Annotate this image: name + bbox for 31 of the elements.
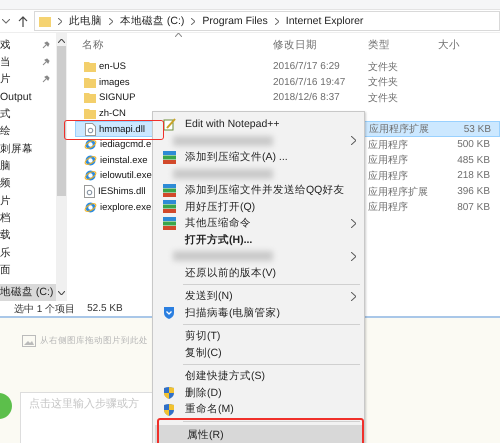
image-drop-hint: 从右侧图库拖动图片到此处 [40,335,148,347]
date-cell-text: 2016/7/16 19:47 [273,76,346,88]
type-cell-text: 应用程序扩展 [368,186,429,199]
type-cell-text: 应用程序 [368,138,409,152]
selection-size: 52.5 KB [87,303,123,314]
size-cell-text: 500 KB [456,139,491,150]
type-cell-text: 应用程序 [368,154,409,168]
date-cell-text: 2018/12/6 8:37 [273,92,341,104]
size-cell-text: 53 KB [462,124,492,135]
selection-count: 选中 1 个项目 [14,302,76,316]
type-cell-text: 文件夹 [368,76,399,90]
size-cell-text: 218 KB [456,170,491,182]
type-cell-text: 应用程序 [368,200,409,214]
date-cell-text: 2016/7/17 6:29 [273,61,341,72]
file-name: ieinstal.exe [100,154,148,166]
file-name: IEShims.dll [98,186,146,198]
file-name: hmmapi.dll [99,124,145,135]
type-cell-text: 应用程序扩展 [369,122,430,136]
size-cell-text: 807 KB [456,202,491,213]
type-cell-text: 文件夹 [368,60,399,74]
file-name: iediagcmd.e [100,139,152,150]
file-name: SIGNUP [99,92,136,104]
type-cell-text: 应用程序 [368,170,409,183]
file-name: images [99,76,130,88]
file-name: iexplore.exe [100,202,152,213]
type-cell-text: 文件夹 [368,92,399,105]
file-name: ielowutil.exe [100,170,152,182]
file-name: en-US [99,61,126,72]
file-name: zh-CN [99,108,126,120]
size-cell-text: 485 KB [456,154,491,166]
size-cell-text: 396 KB [456,186,491,198]
